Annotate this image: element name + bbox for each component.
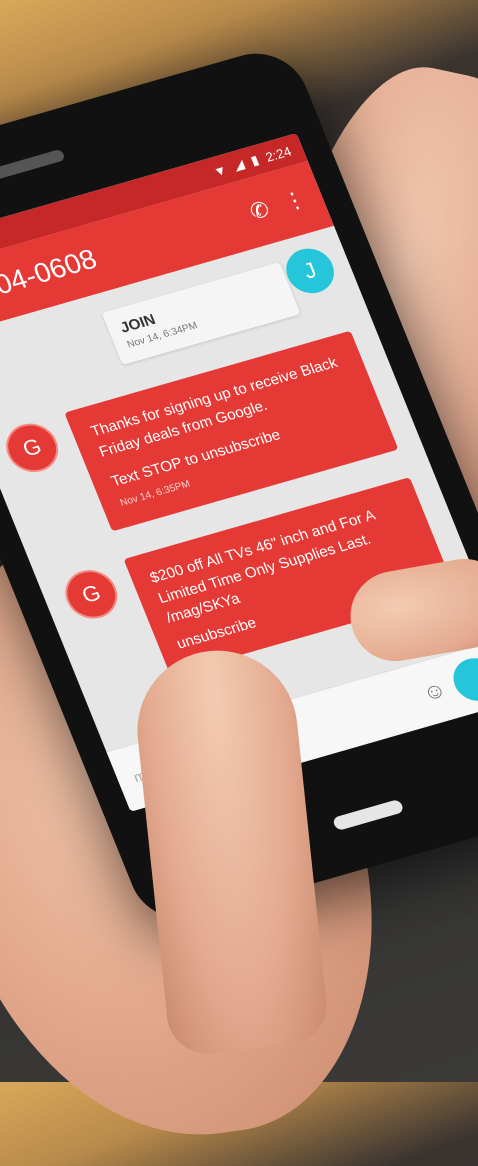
home-button[interactable] xyxy=(331,798,405,832)
speaker-grille xyxy=(0,148,66,185)
wifi-icon: ▼ xyxy=(211,161,230,180)
signal-icon: ◢ xyxy=(230,156,247,173)
battery-icon: ▮ xyxy=(248,152,261,168)
emoji-icon[interactable]: ☺ xyxy=(419,676,450,706)
avatar-left: G xyxy=(0,417,66,478)
avatar-left-2: G xyxy=(57,563,125,625)
avatar-left-letter: G xyxy=(78,579,105,608)
avatar-right-letter: J xyxy=(299,257,320,284)
phone-icon[interactable]: ✆ xyxy=(246,196,274,225)
more-vert-icon[interactable]: ⋮ xyxy=(279,186,310,216)
send-button[interactable] xyxy=(446,652,478,706)
avatar-left-letter: G xyxy=(19,433,45,462)
status-time: 2:24 xyxy=(263,143,294,165)
